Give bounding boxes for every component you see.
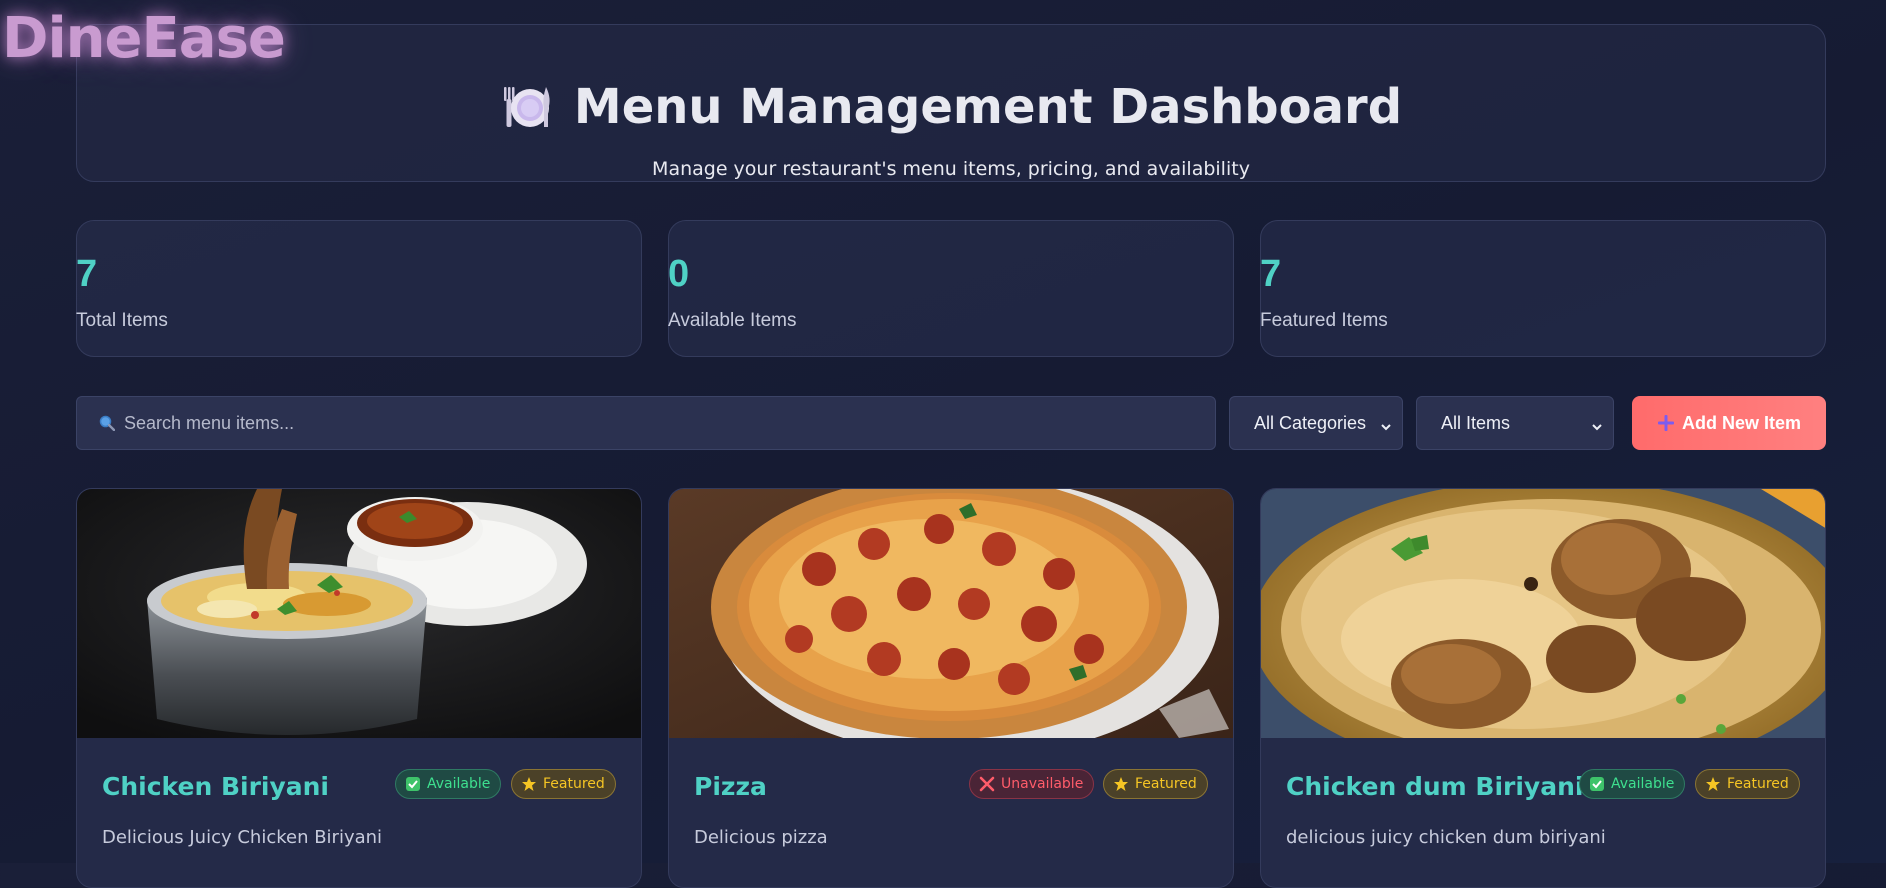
featured-badge: Featured — [511, 769, 616, 799]
availability-select-value: All Items — [1441, 412, 1511, 433]
featured-badge: Featured — [1695, 769, 1800, 799]
star-icon — [521, 776, 537, 792]
search-icon — [99, 415, 116, 432]
chicken-dum-biriyani-photo — [1261, 489, 1825, 738]
menu-item-name: Pizza — [694, 772, 767, 801]
search-input[interactable] — [124, 412, 1215, 434]
stat-total-label: Total Items — [76, 310, 168, 331]
add-new-item-label: Add New Item — [1681, 412, 1801, 433]
stat-available-label: Available Items — [668, 310, 797, 331]
page-subtitle: Manage your restaurant's menu items, pri… — [652, 158, 1250, 180]
status-badge: Unavailable — [969, 769, 1095, 799]
menu-item-description: Delicious pizza — [694, 827, 828, 848]
star-icon — [1113, 776, 1129, 792]
status-badge-label: Unavailable — [1001, 776, 1084, 792]
page-title: Menu Management Dashboard — [573, 79, 1403, 135]
featured-badge-label: Featured — [1135, 776, 1197, 792]
menu-item-card[interactable]: Chicken dum Biriyani Available Featured … — [1260, 488, 1826, 888]
menu-item-card[interactable]: Pizza Unavailable Featured Delicious piz… — [668, 488, 1234, 888]
chevron-down-icon — [1380, 417, 1392, 431]
chicken-biriyani-photo — [77, 489, 641, 738]
category-select-value: All Categories — [1254, 412, 1367, 433]
status-badge: Available — [395, 769, 502, 799]
star-icon — [1705, 776, 1721, 792]
pepperoni-pizza-photo — [669, 489, 1233, 738]
close-icon — [979, 776, 995, 792]
menu-item-card[interactable]: Chicken Biriyani Available Featured Deli… — [76, 488, 642, 888]
stat-featured-label: Featured Items — [1260, 310, 1388, 331]
add-new-item-button[interactable]: Add New Item — [1632, 396, 1826, 450]
menu-item-name: Chicken Biriyani — [102, 772, 330, 801]
stat-featured-value: 7 — [1260, 253, 1282, 295]
check-icon — [405, 776, 421, 792]
menu-item-description: delicious juicy chicken dum biriyani — [1286, 827, 1606, 848]
stat-total-value: 7 — [76, 253, 98, 295]
chevron-down-icon — [1591, 417, 1603, 431]
category-select[interactable]: All Categories — [1229, 396, 1403, 450]
status-badge-label: Available — [427, 776, 491, 792]
dashboard-header: Menu Management Dashboard Manage your re… — [76, 24, 1826, 182]
featured-badge-label: Featured — [1727, 776, 1789, 792]
menu-item-name: Chicken dum Biriyani — [1286, 772, 1584, 801]
search-box[interactable] — [76, 396, 1216, 450]
status-badge: Available — [1579, 769, 1686, 799]
stat-available-value: 0 — [668, 253, 690, 295]
plus-icon — [1657, 414, 1675, 432]
menu-item-description: Delicious Juicy Chicken Biriyani — [102, 827, 383, 848]
featured-badge-label: Featured — [543, 776, 605, 792]
brand-logo[interactable]: DineEase — [2, 6, 286, 71]
availability-select[interactable]: All Items — [1416, 396, 1614, 450]
page-title-row: Menu Management Dashboard — [77, 79, 1825, 135]
check-icon — [1589, 776, 1605, 792]
plate-cutlery-icon — [500, 81, 552, 133]
status-badge-label: Available — [1611, 776, 1675, 792]
featured-badge: Featured — [1103, 769, 1208, 799]
